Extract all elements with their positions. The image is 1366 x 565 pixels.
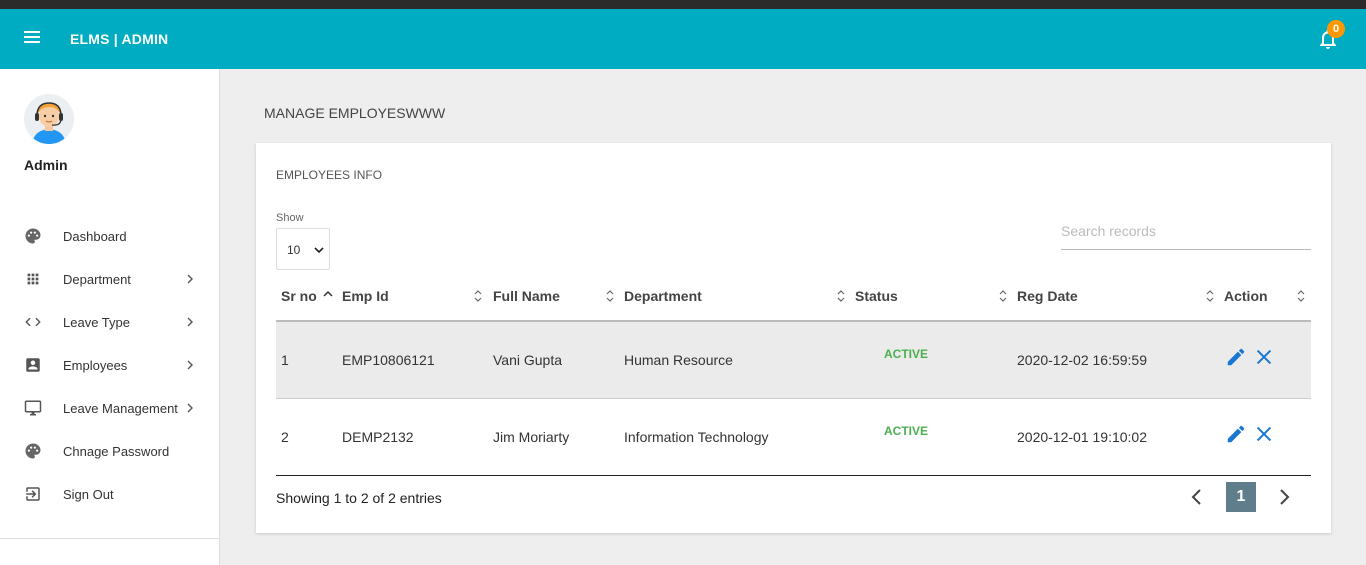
cell-emp-id: DEMP2132 (342, 429, 414, 445)
sort-icon[interactable] (472, 289, 484, 303)
cell-full-name: Vani Gupta (493, 352, 563, 368)
sidebar-item-label: Department (63, 272, 131, 287)
palette-icon (25, 228, 41, 244)
chevron-right-icon (187, 274, 193, 284)
delete-icon[interactable] (1253, 423, 1275, 445)
cell-sr-no: 1 (281, 352, 289, 368)
sidebar-item-label: Dashboard (63, 229, 127, 244)
chevron-down-icon (314, 247, 324, 254)
account-box-icon (26, 358, 40, 372)
table-footer-divider (276, 475, 1311, 476)
entries-info: Showing 1 to 2 of 2 entries (276, 490, 442, 506)
admin-avatar (24, 94, 74, 144)
chevron-right-icon (187, 403, 193, 413)
sort-icon[interactable] (604, 289, 616, 303)
edit-icon[interactable] (1225, 346, 1247, 368)
top-app-bar: ELMS | ADMIN 0 (0, 9, 1366, 69)
chevron-right-icon (187, 360, 193, 370)
cell-reg-date: 2020-12-02 16:59:59 (1017, 352, 1147, 368)
sidebar-item-sign-out[interactable]: Sign Out (0, 473, 219, 516)
sidebar-item-employees[interactable]: Employees (0, 344, 219, 387)
sidebar-item-label: Leave Type (63, 315, 130, 330)
column-header-status[interactable]: Status (855, 288, 898, 304)
palette-icon (25, 443, 41, 459)
column-header-emp-id[interactable]: Emp Id (342, 288, 389, 304)
cell-department: Human Resource (624, 352, 733, 368)
chevron-right-icon (187, 317, 193, 327)
column-header-reg-date[interactable]: Reg Date (1017, 288, 1078, 304)
sidebar-item-label: Chnage Password (63, 444, 170, 459)
status-badge: ACTIVE (884, 347, 929, 361)
entries-per-page-value: 10 (287, 243, 301, 257)
sidebar-nav: Dashboard Department Leave Type Employee… (0, 215, 219, 516)
entries-per-page-select[interactable]: 10 (276, 228, 330, 270)
admin-name: Admin (24, 157, 68, 173)
chevron-left-icon[interactable] (1187, 487, 1207, 507)
sort-icon[interactable] (997, 289, 1009, 303)
sidebar-item-leave-type[interactable]: Leave Type (0, 301, 219, 344)
cell-full-name: Jim Moriarty (493, 429, 570, 445)
sidebar-item-dashboard[interactable]: Dashboard (0, 215, 219, 258)
cell-emp-id: EMP10806121 (342, 352, 435, 368)
sidebar-item-label: Sign Out (63, 487, 114, 502)
sidebar-divider (0, 538, 219, 539)
cell-reg-date: 2020-12-01 19:10:02 (1017, 429, 1147, 445)
chevron-right-icon[interactable] (1274, 487, 1294, 507)
show-entries-label: Show (276, 212, 304, 224)
sort-icon[interactable] (835, 289, 847, 303)
delete-icon[interactable] (1253, 346, 1275, 368)
sort-icon[interactable] (1204, 289, 1216, 303)
employees-card: EMPLOYEES INFO Show 10 Sr no Emp Id Full… (256, 143, 1331, 533)
sidebar-item-leave-management[interactable]: Leave Management (0, 387, 219, 430)
code-icon (25, 317, 41, 327)
cell-department: Information Technology (624, 429, 769, 445)
column-header-action[interactable]: Action (1224, 288, 1268, 304)
hamburger-menu-icon[interactable] (24, 31, 40, 47)
sidebar-item-label: Leave Management (63, 401, 178, 416)
status-badge: ACTIVE (884, 424, 929, 438)
sidebar-item-department[interactable]: Department (0, 258, 219, 301)
column-header-sr-no[interactable]: Sr no (281, 288, 317, 304)
page-button-current[interactable]: 1 (1226, 482, 1256, 512)
monitor-icon (24, 400, 42, 416)
edit-icon[interactable] (1225, 423, 1247, 445)
sort-icon[interactable] (1295, 289, 1307, 303)
sidebar-item-label: Employees (63, 358, 128, 373)
notification-badge: 0 (1327, 20, 1345, 38)
sidebar-item-change-password[interactable]: Chnage Password (0, 430, 219, 473)
app-brand: ELMS | ADMIN (70, 31, 169, 47)
sort-asc-icon[interactable] (322, 289, 334, 303)
exit-icon (26, 487, 40, 501)
apps-grid-icon (27, 273, 39, 285)
browser-top-strip (0, 0, 1366, 9)
table-row: 2 DEMP2132 Jim Moriarty Information Tech… (276, 399, 1311, 476)
sidebar: Admin Dashboard Department Leave Type Em… (0, 69, 220, 565)
cell-sr-no: 2 (281, 429, 289, 445)
column-header-department[interactable]: Department (624, 288, 702, 304)
column-header-full-name[interactable]: Full Name (493, 288, 560, 304)
table-row: 1 EMP10806121 Vani Gupta Human Resource … (276, 322, 1311, 399)
search-input[interactable] (1061, 213, 1311, 250)
card-title: EMPLOYEES INFO (276, 168, 383, 182)
page-title: MANAGE EMPLOYESWWW (264, 105, 446, 121)
